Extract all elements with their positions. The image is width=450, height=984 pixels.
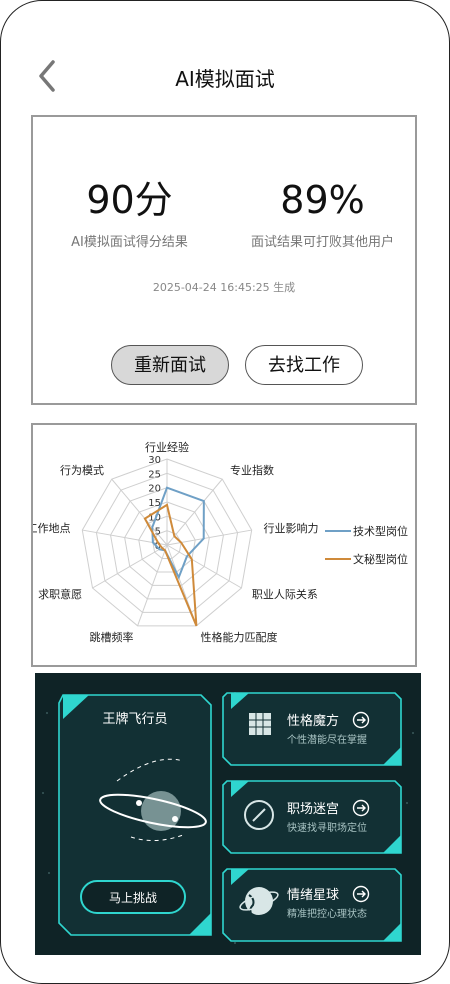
radar-scale-label: 25 (148, 469, 161, 480)
radar-chart-card: 30 25 20 15 10 5 0 行业经验 专业指数 行业影响力 职业人际关系 性格能力匹配度 跳槽… (31, 423, 417, 667)
phone-frame: AI模拟面试 90分 AI模拟面试得分结果 89% 面试结果可打败其他用户 20… (0, 0, 450, 984)
item-subtitle: 精准把控心理状态 (287, 907, 367, 920)
game-item-career-maze[interactable]: 职场迷宫 快速找寻职场定位 (222, 780, 402, 854)
score-label: AI模拟面试得分结果 (71, 235, 188, 250)
challenge-button[interactable]: 马上挑战 (80, 880, 186, 914)
legend-label: 文秘型岗位 (353, 552, 408, 566)
game-graphics: 王牌飞行员 马上挑战 性格魔方 个性潜能尽在掌握 职场迷宫 快速找寻职场定位 情… (42, 692, 414, 944)
score-stat: 90分 AI模拟面试得分结果 (33, 175, 226, 250)
generated-timestamp: 2025-04-24 16:45:25 生成 (152, 281, 296, 294)
radar-axis-label: 职业人际关系 (252, 587, 318, 601)
score-value: 90分 (86, 178, 173, 222)
radar-axis-label: 性格能力匹配度 (201, 630, 278, 644)
item-subtitle: 个性潜能尽在掌握 (287, 733, 367, 746)
cube-icon (249, 713, 271, 735)
page-title: AI模拟面试 (175, 67, 275, 91)
radar-axis-label: 求职意愿 (38, 587, 82, 601)
retry-interview-button[interactable]: 重新面试 (111, 345, 229, 385)
game-item-emotion-planet[interactable]: 情绪星球 精准把控心理状态 (222, 868, 402, 942)
hero-card[interactable]: 王牌飞行员 马上挑战 (58, 694, 212, 936)
radar-axis-label: 跳槽频率 (89, 630, 133, 644)
radar-axis-label: 行为模式 (60, 464, 104, 477)
game-item-personality[interactable]: 性格魔方 个性潜能尽在掌握 (222, 692, 402, 766)
radar-chart: 302520151050行业经验专业指数行业影响力职业人际关系性格能力匹配度跳槽… (33, 440, 408, 644)
beat-stat: 89% 面试结果可打败其他用户 (226, 175, 419, 250)
item-subtitle: 快速找寻职场定位 (287, 821, 367, 834)
legend-label: 技术型岗位 (353, 524, 408, 538)
radar-axis-label: 行业影响力 (264, 522, 319, 535)
radar-axis-label: 专业指数 (230, 463, 274, 477)
item-title: 情绪星球 (287, 888, 339, 903)
item-title: 性格魔方 (287, 713, 339, 729)
radar-spoke (166, 529, 252, 546)
radar-scale-label: 20 (148, 484, 161, 495)
beat-label: 面试结果可打败其他用户 (250, 235, 394, 250)
hero-title: 王牌飞行员 (102, 711, 167, 727)
beat-value: 89% (280, 178, 365, 222)
result-card: 90分 AI模拟面试得分结果 89% 面试结果可打败其他用户 2025-04-2… (31, 115, 417, 405)
radar-scale-label: 30 (148, 455, 161, 466)
challenge-button-label: 马上挑战 (109, 891, 157, 905)
game-panel: 王牌飞行员 马上挑战 性格魔方 个性潜能尽在掌握 职场迷宫 快速找寻职场定位 情… (35, 673, 421, 955)
radar-axis-label: 工作地点 (33, 522, 70, 535)
find-job-button[interactable]: 去找工作 (245, 345, 363, 385)
radar-scale-label: 5 (155, 527, 161, 538)
item-title: 职场迷宫 (287, 802, 339, 817)
radar-axis-label: 行业经验 (145, 440, 189, 454)
header: AI模拟面试 (1, 51, 449, 101)
radar-spoke (166, 478, 223, 546)
